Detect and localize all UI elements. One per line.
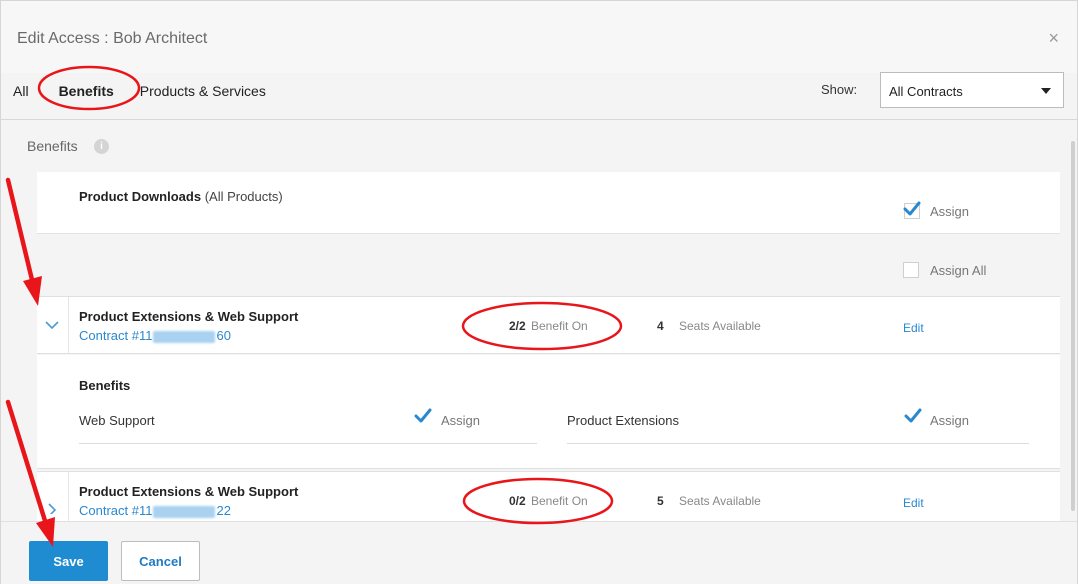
product-downloads-qualifier: (All Products) (204, 189, 283, 204)
edit-link[interactable]: Edit (903, 496, 924, 510)
assign-all-row: Assign All (37, 235, 1060, 295)
product-downloads-assign-label: Assign (930, 204, 970, 219)
tab-products-services[interactable]: Products & Services (140, 83, 266, 99)
benefit-status-label: Benefit On (531, 319, 588, 333)
tab-benefits[interactable]: Benefits (59, 83, 114, 99)
benefit-ratio: 0/2 (509, 494, 526, 508)
scrollbar[interactable] (1071, 141, 1075, 511)
seats-count: 4 (657, 319, 664, 333)
show-filter-label: Show: (821, 82, 858, 97)
contract-filter-value: All Contracts (889, 84, 963, 99)
contract-number-prefix: Contract #11 (79, 503, 153, 518)
seats-label: Seats Available (679, 319, 761, 333)
contract-number-suffix: 60 (216, 328, 231, 343)
contract-row[interactable]: Product Extensions & Web Support Contrac… (37, 296, 1060, 354)
contract-row[interactable]: Product Extensions & Web Support Contrac… (37, 471, 1060, 521)
product-extensions-assign-label: Assign (930, 413, 970, 428)
dialog-title-separator: : (104, 30, 109, 47)
assign-all-label: Assign All (930, 263, 987, 278)
benefit-ratio: 2/2 (509, 319, 526, 333)
dialog-header: Edit Access : Bob Architect × All Benefi… (1, 1, 1077, 108)
dialog-footer: Save Cancel (1, 521, 1077, 584)
contract-name: Product Extensions & Web Support (79, 309, 299, 324)
benefit-item-web-support: Web Support Assign (79, 400, 537, 444)
edit-access-dialog: Edit Access : Bob Architect × All Benefi… (0, 0, 1078, 584)
contract-benefits-panel: Benefits Web Support Assign Product Exte… (37, 355, 1060, 469)
tab-all[interactable]: All (13, 83, 29, 99)
contract-number-prefix: Contract #11 (79, 328, 153, 343)
redacted-contract-digits (153, 330, 216, 343)
contract-name: Product Extensions & Web Support (79, 484, 299, 499)
seats-count: 5 (657, 494, 664, 508)
tab-bar: All Benefits Products & Services (13, 79, 292, 103)
edit-link[interactable]: Edit (903, 321, 924, 335)
chevron-right-icon (48, 503, 57, 514)
redacted-contract-digits (153, 505, 216, 518)
assign-all-checkbox[interactable] (903, 262, 919, 278)
benefit-name: Product Extensions (567, 413, 680, 428)
dialog-title-prefix: Edit Access (17, 30, 100, 47)
contract-number-link[interactable]: Contract #11 60 (79, 328, 231, 343)
checkmark-icon (414, 408, 432, 424)
close-icon[interactable]: × (1048, 28, 1059, 49)
checkmark-icon (903, 201, 921, 217)
cancel-button[interactable]: Cancel (121, 541, 200, 581)
benefit-item-product-extensions: Product Extensions Assign (567, 400, 1029, 444)
product-downloads-label: Product Downloads (79, 189, 202, 204)
dialog-title-user: Bob Architect (113, 30, 208, 47)
dialog-title: Edit Access : Bob Architect (17, 30, 207, 48)
expand-toggle[interactable] (37, 472, 69, 521)
save-button[interactable]: Save (29, 541, 108, 581)
section-title: Benefits (27, 138, 78, 154)
checkmark-icon (904, 408, 922, 424)
product-downloads-name: Product Downloads (All Products) (79, 189, 283, 204)
seats-label: Seats Available (679, 494, 761, 508)
product-downloads-row: Product Downloads (All Products) Assign (37, 172, 1060, 234)
contract-number-link[interactable]: Contract #11 22 (79, 503, 231, 518)
contract-filter-select[interactable]: All Contracts (880, 72, 1064, 108)
info-icon[interactable]: i (94, 139, 109, 154)
web-support-assign-label: Assign (441, 413, 481, 428)
expand-toggle[interactable] (37, 297, 69, 353)
benefit-status-label: Benefit On (531, 494, 588, 508)
contract-number-suffix: 22 (216, 503, 231, 518)
chevron-down-icon (45, 321, 59, 330)
benefit-name: Web Support (79, 413, 155, 428)
chevron-down-icon (1041, 88, 1051, 94)
benefits-panel-heading: Benefits (79, 378, 131, 393)
